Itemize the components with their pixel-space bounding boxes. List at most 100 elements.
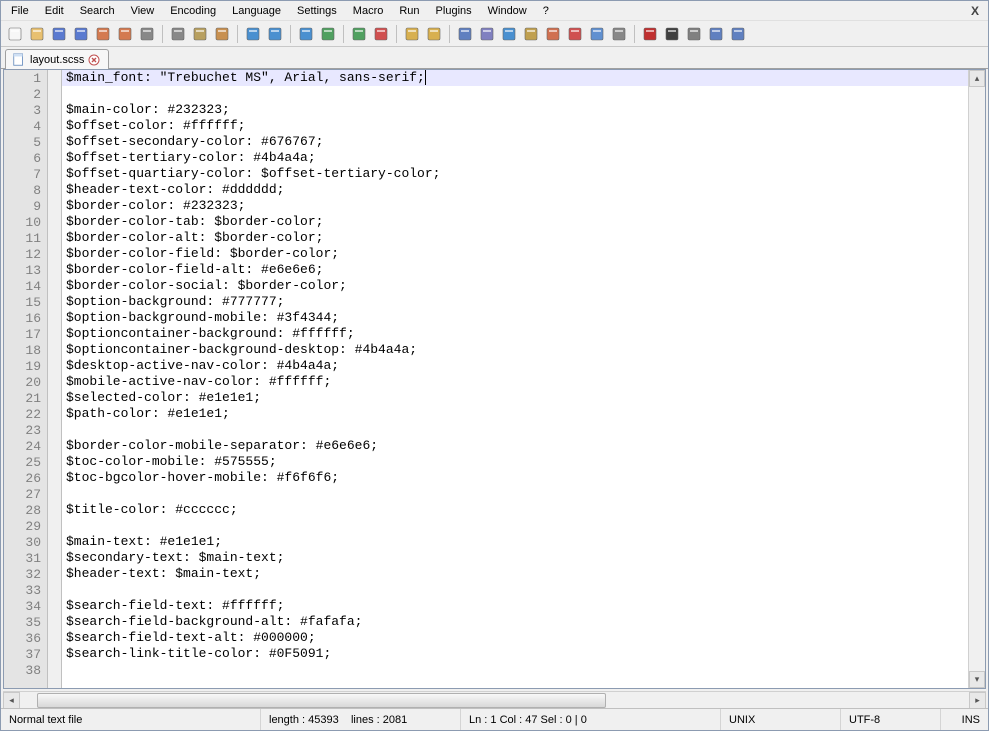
code-line[interactable]: $offset-tertiary-color: #4b4a4a; <box>62 150 968 166</box>
file-icon <box>12 53 26 67</box>
menu-plugins[interactable]: Plugins <box>428 3 480 19</box>
code-line[interactable]: $search-field-text-alt: #000000; <box>62 630 968 646</box>
code-line[interactable]: $optioncontainer-background-desktop: #4b… <box>62 342 968 358</box>
code-line[interactable]: $border-color: #232323; <box>62 198 968 214</box>
code-line[interactable]: $search-link-title-color: #0F5091; <box>62 646 968 662</box>
menu-edit[interactable]: Edit <box>37 3 72 19</box>
find-icon[interactable] <box>296 24 316 44</box>
tab-bar: layout.scss <box>1 47 988 69</box>
code-line[interactable]: $main_font: "Trebuchet MS", Arial, sans-… <box>62 70 968 86</box>
scroll-up-icon[interactable]: ▴ <box>969 70 985 87</box>
close-file-icon[interactable] <box>93 24 113 44</box>
code-line[interactable]: $search-field-text: #ffffff; <box>62 598 968 614</box>
play-macro-icon[interactable] <box>684 24 704 44</box>
code-line[interactable]: $border-color-mobile-separator: #e6e6e6; <box>62 438 968 454</box>
new-file-icon[interactable] <box>5 24 25 44</box>
code-line[interactable]: $offset-color: #ffffff; <box>62 118 968 134</box>
toolbar-separator <box>634 25 635 43</box>
code-line[interactable] <box>62 486 968 502</box>
code-line[interactable]: $toc-bgcolor-hover-mobile: #f6f6f6; <box>62 470 968 486</box>
hscroll-track[interactable] <box>20 693 969 708</box>
sync-v-icon[interactable] <box>402 24 422 44</box>
doc-map-icon[interactable] <box>543 24 563 44</box>
zoom-in-icon[interactable] <box>349 24 369 44</box>
stop-macro-icon[interactable] <box>662 24 682 44</box>
code-line[interactable]: $border-color-alt: $border-color; <box>62 230 968 246</box>
lang-udl-icon[interactable] <box>521 24 541 44</box>
cut-icon[interactable] <box>168 24 188 44</box>
scroll-down-icon[interactable]: ▾ <box>969 671 985 688</box>
code-line[interactable]: $toc-color-mobile: #575555; <box>62 454 968 470</box>
code-line[interactable]: $path-color: #e1e1e1; <box>62 406 968 422</box>
code-editor[interactable]: $main_font: "Trebuchet MS", Arial, sans-… <box>62 70 968 688</box>
menu-bar: File Edit Search View Encoding Language … <box>1 1 988 21</box>
code-line[interactable]: $header-text: $main-text; <box>62 566 968 582</box>
copy-icon[interactable] <box>190 24 210 44</box>
menu-help[interactable]: ? <box>535 3 557 19</box>
func-list-icon[interactable] <box>565 24 585 44</box>
redo-icon[interactable] <box>265 24 285 44</box>
paste-icon[interactable] <box>212 24 232 44</box>
code-line[interactable]: $border-color-field: $border-color; <box>62 246 968 262</box>
monitoring-icon[interactable] <box>609 24 629 44</box>
code-line[interactable] <box>62 582 968 598</box>
menu-view[interactable]: View <box>123 3 163 19</box>
horizontal-scrollbar[interactable]: ◂ ▸ <box>3 691 986 708</box>
vertical-scrollbar[interactable]: ▴ ▾ <box>968 70 985 688</box>
code-line[interactable]: $option-background: #777777; <box>62 294 968 310</box>
code-line[interactable]: $border-color-social: $border-color; <box>62 278 968 294</box>
open-file-icon[interactable] <box>27 24 47 44</box>
code-line[interactable]: $offset-quartiary-color: $offset-tertiar… <box>62 166 968 182</box>
menu-file[interactable]: File <box>3 3 37 19</box>
zoom-out-icon[interactable] <box>371 24 391 44</box>
menu-language[interactable]: Language <box>224 3 289 19</box>
code-line[interactable]: $desktop-active-nav-color: #4b4a4a; <box>62 358 968 374</box>
menu-run[interactable]: Run <box>391 3 427 19</box>
code-line[interactable]: $title-color: #cccccc; <box>62 502 968 518</box>
replace-icon[interactable] <box>318 24 338 44</box>
toolbar-separator <box>396 25 397 43</box>
sync-h-icon[interactable] <box>424 24 444 44</box>
code-line[interactable]: $search-field-background-alt: #fafafa; <box>62 614 968 630</box>
all-chars-icon[interactable] <box>477 24 497 44</box>
undo-icon[interactable] <box>243 24 263 44</box>
code-line[interactable]: $secondary-text: $main-text; <box>62 550 968 566</box>
menu-encoding[interactable]: Encoding <box>162 3 224 19</box>
record-macro-icon[interactable] <box>640 24 660 44</box>
tab-close-icon[interactable] <box>88 54 100 66</box>
code-line[interactable] <box>62 662 968 678</box>
window-close-button[interactable]: X <box>964 4 986 18</box>
save-macro-icon[interactable] <box>728 24 748 44</box>
code-line[interactable] <box>62 86 968 102</box>
code-line[interactable]: $offset-secondary-color: #676767; <box>62 134 968 150</box>
indent-guide-icon[interactable] <box>499 24 519 44</box>
status-mode: INS <box>941 709 988 730</box>
close-all-icon[interactable] <box>115 24 135 44</box>
code-line[interactable]: $border-color-field-alt: #e6e6e6; <box>62 262 968 278</box>
code-line[interactable]: $border-color-tab: $border-color; <box>62 214 968 230</box>
code-line[interactable]: $mobile-active-nav-color: #ffffff; <box>62 374 968 390</box>
code-line[interactable]: $option-background-mobile: #3f4344; <box>62 310 968 326</box>
save-icon[interactable] <box>49 24 69 44</box>
file-tab[interactable]: layout.scss <box>5 49 109 69</box>
file-tab-label: layout.scss <box>30 54 84 66</box>
code-line[interactable]: $selected-color: #e1e1e1; <box>62 390 968 406</box>
menu-settings[interactable]: Settings <box>289 3 345 19</box>
code-line[interactable]: $main-color: #232323; <box>62 102 968 118</box>
code-line[interactable]: $header-text-color: #dddddd; <box>62 182 968 198</box>
save-all-icon[interactable] <box>71 24 91 44</box>
scroll-left-icon[interactable]: ◂ <box>3 692 20 709</box>
hscroll-thumb[interactable] <box>37 693 606 708</box>
code-line[interactable] <box>62 518 968 534</box>
play-multi-icon[interactable] <box>706 24 726 44</box>
print-icon[interactable] <box>137 24 157 44</box>
folder-workspace-icon[interactable] <box>587 24 607 44</box>
scroll-right-icon[interactable]: ▸ <box>969 692 986 709</box>
menu-window[interactable]: Window <box>480 3 535 19</box>
code-line[interactable] <box>62 422 968 438</box>
code-line[interactable]: $main-text: #e1e1e1; <box>62 534 968 550</box>
code-line[interactable]: $optioncontainer-background: #ffffff; <box>62 326 968 342</box>
menu-macro[interactable]: Macro <box>345 3 392 19</box>
wordwrap-icon[interactable] <box>455 24 475 44</box>
menu-search[interactable]: Search <box>72 3 123 19</box>
